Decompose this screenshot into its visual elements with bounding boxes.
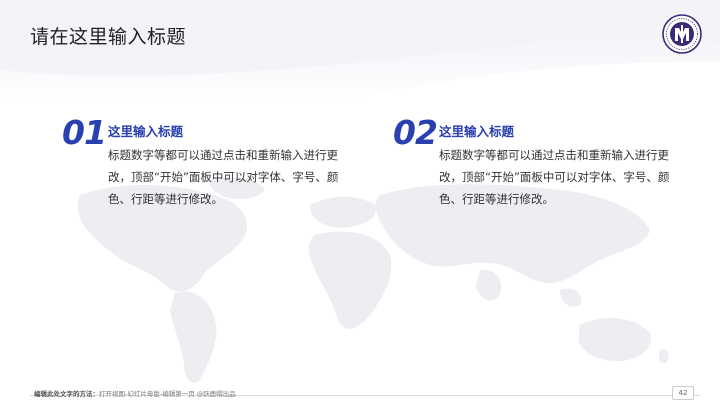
footer-note: 编辑此处文字的方法：打开视图-幻灯片母版-编辑第一页 @跃鹿帽出品 (34, 388, 236, 398)
block-number[interactable]: 01 (62, 116, 107, 150)
block-body[interactable]: 标题数字等都可以通过点击和重新输入进行更改，顶部“开始”面板中可以对字体、字号、… (439, 144, 679, 210)
block-body[interactable]: 标题数字等都可以通过点击和重新输入进行更改，顶部“开始”面板中可以对字体、字号、… (108, 144, 348, 210)
block-heading[interactable]: 这里输入标题 (108, 121, 183, 140)
slide: 请在这里输入标题 01 这里输入标题 标题数字等都可以通过点击和重新输入进行更改… (0, 0, 720, 405)
footer-note-text: 打开视图-幻灯片母版-编辑第一页 @跃鹿帽出品 (99, 390, 236, 398)
university-seal-icon (662, 14, 702, 54)
block-heading[interactable]: 这里输入标题 (439, 121, 514, 140)
header-wave (0, 0, 720, 110)
block-number[interactable]: 02 (393, 116, 438, 150)
page-title: 请在这里输入标题 (30, 26, 187, 48)
footer-note-lead: 编辑此处文字的方法： (34, 390, 99, 398)
page-number: 42 (672, 386, 694, 400)
